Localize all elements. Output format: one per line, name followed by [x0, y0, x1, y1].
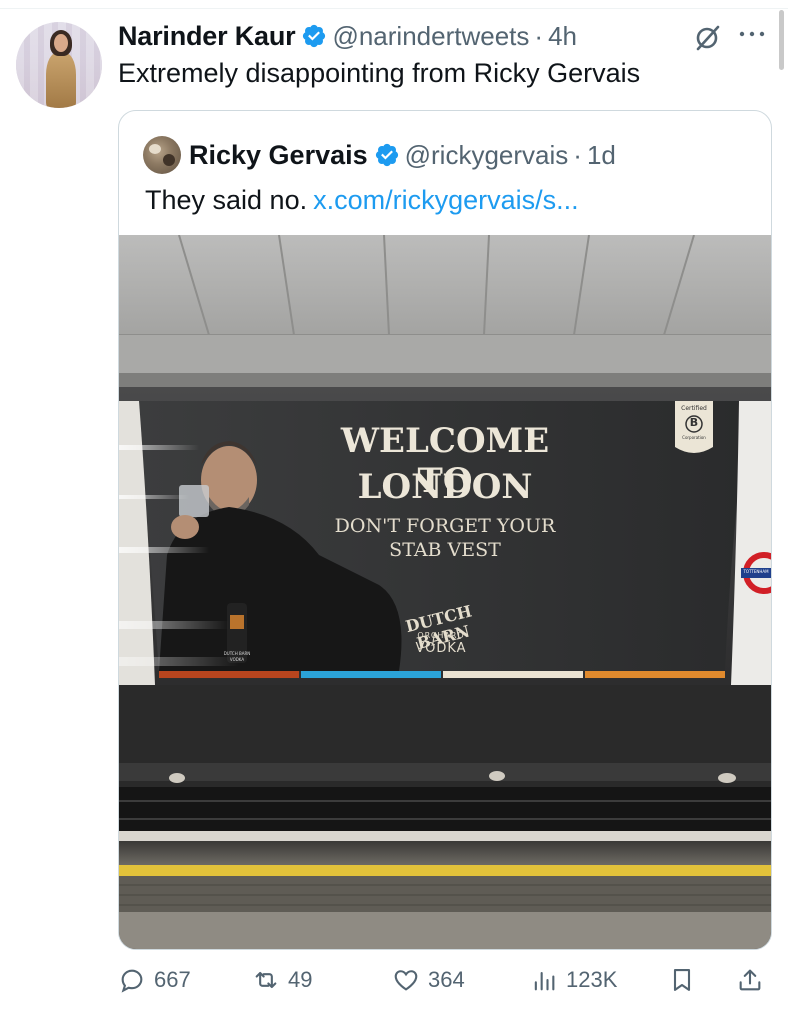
quoted-text-body: They said no. — [145, 185, 308, 215]
photo-scene — [119, 235, 771, 949]
verified-badge-icon — [375, 143, 398, 167]
views-icon — [534, 971, 555, 991]
views-count: 123K — [566, 967, 618, 992]
bookmark-button[interactable] — [668, 960, 696, 1000]
reply-button[interactable]: 667 — [118, 960, 191, 1000]
ad-sub-line1: DON'T FORGET YOUR — [334, 515, 556, 537]
roundel-text: TOTTENHAM — [743, 569, 769, 574]
tweet-header: Narinder Kaur @narindertweets · 4h — [118, 18, 577, 54]
tweet-time[interactable]: 4h — [548, 21, 577, 52]
tweet-photo[interactable]: WELCOME TO LONDON DON'T FORGET YOUR STAB… — [119, 235, 771, 949]
views-button[interactable]: 123K — [530, 960, 617, 1000]
quoted-tweet-time[interactable]: 1d — [587, 140, 616, 171]
b-corp-mark: B — [689, 416, 699, 429]
ad-brand-product: VODKA — [415, 641, 467, 656]
certified-text: Certified — [681, 405, 707, 412]
quoted-author-name[interactable]: Ricky Gervais — [189, 140, 368, 171]
like-icon — [394, 970, 418, 991]
like-count: 364 — [428, 967, 465, 992]
quoted-author-handle[interactable]: @rickygervais — [405, 140, 569, 171]
author-handle[interactable]: @narindertweets — [332, 21, 529, 52]
verified-badge-icon — [303, 24, 326, 48]
bottle-label: DUTCH BARN — [223, 651, 251, 656]
tweet-text: Extremely disappointing from Ricky Gerva… — [118, 58, 641, 88]
ad-brand-small: ORCHARD — [417, 631, 465, 640]
author-avatar[interactable] — [16, 22, 102, 108]
share-icon — [739, 969, 761, 991]
reply-count: 667 — [154, 967, 191, 992]
quoted-tweet-text: They said no. x.com/rickygervais/s... — [145, 185, 579, 216]
like-button[interactable]: 364 — [392, 960, 465, 1000]
author-name[interactable]: Narinder Kaur — [118, 21, 296, 52]
more-icon[interactable] — [735, 22, 769, 46]
quoted-author-avatar[interactable] — [143, 136, 181, 174]
scrollbar[interactable] — [779, 10, 784, 70]
separator-dot: · — [534, 20, 544, 51]
separator-dot: · — [573, 139, 582, 170]
quoted-link[interactable]: x.com/rickygervais/s... — [313, 185, 579, 215]
bottle-product: VODKA — [229, 657, 245, 662]
repost-button[interactable]: 49 — [252, 960, 312, 1000]
repost-count: 49 — [288, 967, 313, 992]
reply-icon — [121, 969, 143, 993]
repost-icon — [255, 971, 277, 989]
grok-icon[interactable] — [693, 24, 721, 52]
tweet-actions: 667 49 364 123K — [118, 960, 778, 1000]
share-button[interactable] — [736, 960, 764, 1000]
quoted-tweet-header: Ricky Gervais @rickygervais · 1d — [189, 135, 616, 175]
quoted-tweet[interactable]: Ricky Gervais @rickygervais · 1d They sa… — [118, 110, 772, 950]
corporation-text: Corporation — [682, 435, 706, 440]
top-divider — [0, 8, 788, 9]
ad-headline-line2: LONDON — [357, 467, 533, 507]
bookmark-icon — [673, 969, 691, 991]
ad-sub-line2: STAB VEST — [389, 539, 501, 561]
